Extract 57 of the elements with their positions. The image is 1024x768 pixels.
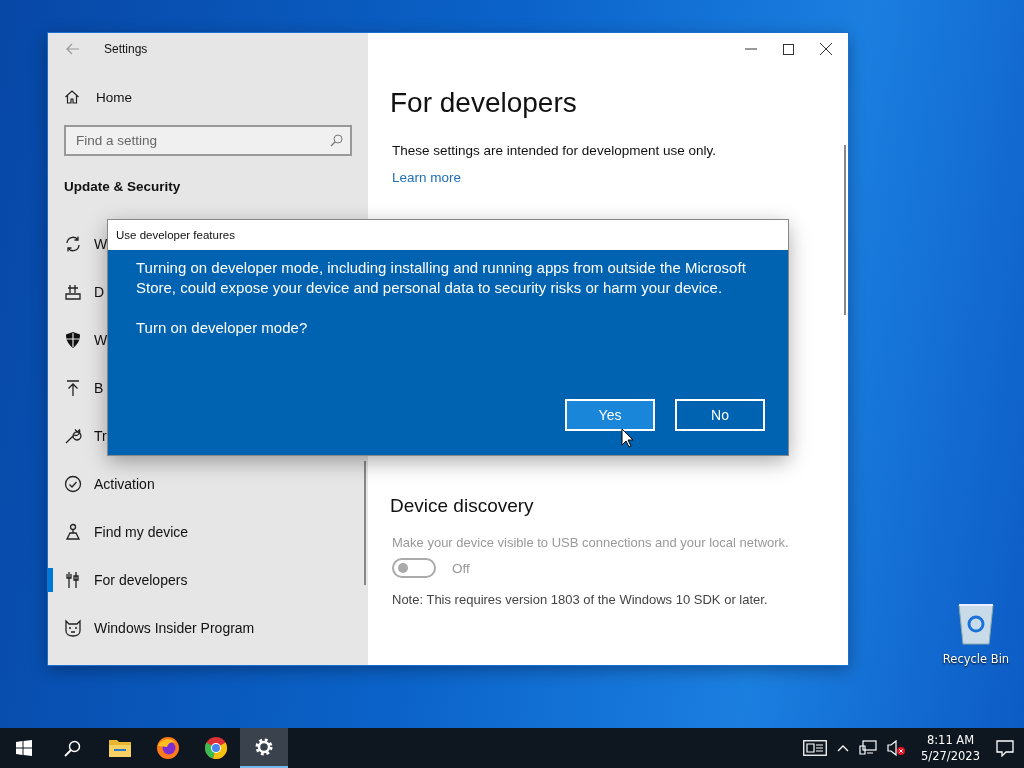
toggle-label: Off [452, 560, 470, 576]
section-heading: Device discovery [390, 495, 535, 517]
description-text: These settings are intended for development use only. [392, 143, 717, 158]
wrench-icon [64, 427, 82, 445]
news-icon[interactable] [803, 740, 828, 756]
scrollbar[interactable] [844, 145, 846, 315]
folder-icon[interactable] [109, 739, 131, 757]
upload-arrow-icon [64, 379, 82, 397]
window-title: Settings [104, 42, 148, 56]
sidebar-item[interactable]: For developers [94, 572, 188, 588]
message-text: Turning on developer mode, including installing and running apps from outside the Microsoft Store, could expose your device and personal data to security risks or harm your device. [136, 258, 747, 298]
description-text: Make your device visible to USB connections and your local network. [392, 535, 790, 550]
sidebar-item[interactable]: W [94, 332, 108, 348]
home-icon [64, 89, 80, 105]
no-button[interactable]: No [675, 399, 765, 431]
windows-logo-icon[interactable] [16, 740, 32, 756]
sync-icon [64, 235, 82, 253]
close-icon[interactable] [820, 43, 832, 55]
search-field[interactable]: Find a setting [64, 125, 352, 156]
person-pin-icon [64, 523, 82, 541]
browser-ball-icon[interactable] [204, 736, 228, 760]
network-icon[interactable] [859, 740, 878, 756]
gear-icon[interactable] [254, 737, 274, 757]
sidebar-item[interactable]: B [94, 380, 104, 396]
mouse-cursor-icon [621, 428, 634, 448]
tray-upload-icon [64, 283, 82, 301]
sidebar-item[interactable]: D [94, 284, 105, 300]
section-heading: Update & Security [63, 177, 182, 196]
question-text: Turn on developer mode? [136, 318, 309, 338]
sidebar-item[interactable]: Windows Insider Program [94, 620, 255, 636]
home-link[interactable]: Home [48, 73, 368, 121]
tools-icon [64, 571, 82, 589]
browser-fox-icon[interactable] [156, 736, 180, 760]
cat-icon [64, 619, 82, 637]
maximize-icon[interactable] [783, 43, 794, 55]
scrollbar[interactable] [364, 461, 366, 585]
clock-date: 5/27/2023 [921, 748, 980, 764]
sidebar-item[interactable]: Activation [94, 476, 155, 492]
chevron-up-icon[interactable] [837, 744, 850, 752]
shield-icon [64, 331, 82, 349]
sidebar-item[interactable]: Find my device [94, 524, 189, 540]
check-circle-icon [64, 475, 82, 493]
note-text: Note: This requires version 1803 of the Windows 10 SDK or later. [392, 592, 769, 607]
page-title: For developers [390, 87, 578, 119]
sidebar-item[interactable]: W [94, 236, 108, 252]
search-icon[interactable] [63, 739, 81, 757]
speaker-muted-icon[interactable] [887, 740, 906, 756]
icon-label: Recycle Bin [942, 652, 1010, 666]
sidebar-item[interactable]: Tr [94, 428, 107, 444]
clock-time: 8:11 AM [926, 732, 975, 748]
notification-icon[interactable] [996, 739, 1014, 757]
yes-button[interactable]: Yes [565, 399, 655, 431]
taskbar-button[interactable] [240, 728, 288, 768]
learn-more-link[interactable]: Learn more [392, 170, 462, 185]
recycle-bin-icon[interactable] [956, 602, 996, 646]
search-icon [330, 134, 343, 147]
dialog-title-bar: Use developer features [108, 220, 788, 250]
